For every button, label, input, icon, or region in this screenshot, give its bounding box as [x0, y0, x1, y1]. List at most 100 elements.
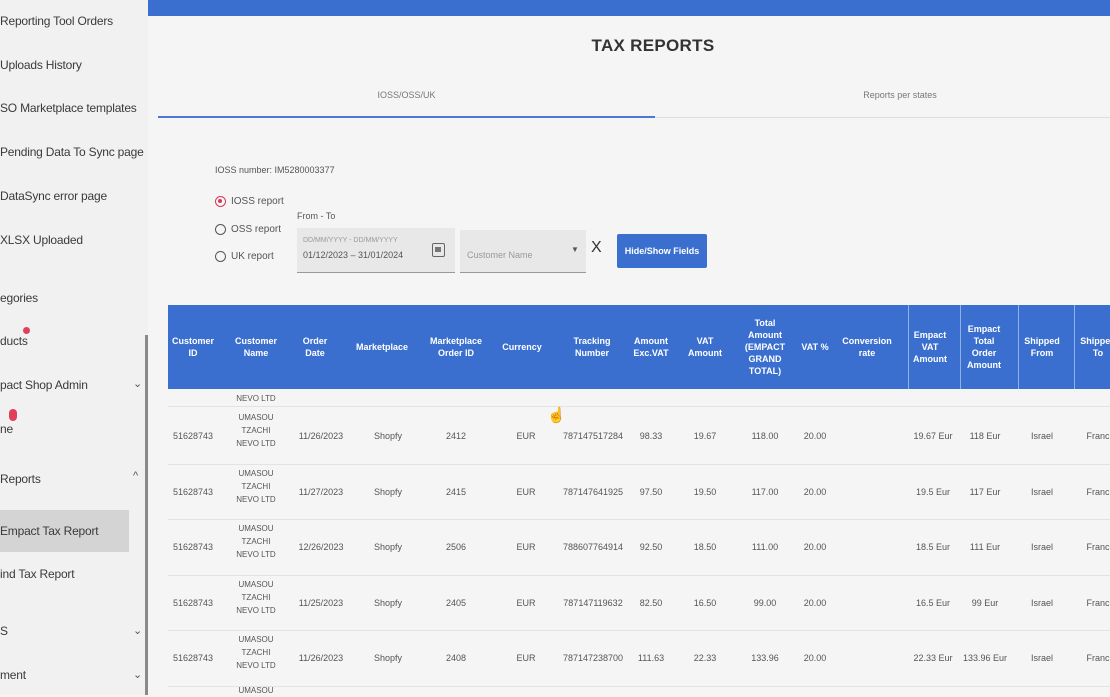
cell-marketplace-order-id: 2412	[445, 431, 467, 441]
header-total-amount[interactable]: Total Amount (EMPACT GRAND TOTAL)	[739, 305, 791, 389]
cell-tracking-number: 788607764914	[562, 542, 624, 552]
cell-order-date: 11/27/2023	[298, 486, 344, 497]
sidebar-item-label: pact Shop Admin	[0, 378, 88, 392]
tab-ioss-oss-uk[interactable]: IOSS/OSS/UK	[158, 90, 655, 118]
page-title: TAX REPORTS	[591, 36, 715, 55]
sidebar-item-label: egories	[0, 291, 38, 305]
header-vat-percent[interactable]: VAT %	[800, 305, 830, 389]
cell-shipped-from: Israel	[1030, 653, 1053, 663]
hide-show-fields-button[interactable]: Hide/Show Fields	[617, 234, 707, 268]
dropdown-caret-icon: ▼	[571, 245, 579, 254]
cell-tracking-number: 787147238700	[562, 653, 624, 663]
sidebar-item-datasync-error[interactable]: DataSync error page	[0, 177, 129, 215]
header-customer-name[interactable]: Customer Name	[226, 305, 286, 389]
tab-indicator	[158, 116, 655, 118]
radio-oss-report[interactable]: OSS report	[215, 222, 281, 238]
sidebar-item-marketplace-templates[interactable]: SO Marketplace templates	[0, 89, 137, 127]
sidebar-item-reporting-tool-orders[interactable]: Reporting Tool Orders	[0, 2, 129, 40]
header-shipped-from[interactable]: Shipped From	[1020, 305, 1064, 389]
cell-shipped-to: Franc	[1086, 542, 1110, 552]
sidebar-item-s[interactable]: S	[0, 612, 129, 650]
date-range-value: 01/12/2023 – 31/01/2024	[303, 250, 404, 260]
tab-label: Reports per states	[863, 90, 937, 100]
sidebar-item-shop-admin[interactable]: pact Shop Admin	[0, 366, 129, 404]
cell-empact-vat: 19.5 Eur	[915, 486, 951, 497]
radio-icon[interactable]	[215, 250, 226, 262]
cell-customer-id: 51628743	[172, 431, 214, 441]
cell-customer-name-line: TZACHI	[241, 592, 271, 602]
tab-reports-per-states[interactable]: Reports per states	[655, 90, 1110, 118]
sidebar-item-ne[interactable]: ne	[0, 410, 129, 448]
header-divider	[1074, 305, 1075, 389]
cell-marketplace: Shopfy	[373, 653, 403, 663]
sidebar-item-label: Reporting Tool Orders	[0, 14, 113, 28]
cell-customer-name-line: NEVO LTD	[236, 439, 276, 448]
sidebar-item-label: Reports	[0, 472, 41, 486]
header-customer-id[interactable]: Customer ID	[168, 305, 218, 389]
header-divider	[908, 305, 909, 389]
cell-shipped-from: Israel	[1030, 486, 1053, 497]
cell-customer-name: UMASOU TZACHI NEVO LTD	[226, 633, 286, 672]
header-conversion-rate[interactable]: Conversion rate	[838, 305, 896, 389]
header-order-date[interactable]: Order Date	[296, 305, 334, 389]
header-marketplace[interactable]: Marketplace	[354, 305, 410, 389]
chevron-down-icon[interactable]: ⌄	[133, 624, 142, 637]
sidebar-item-uploads-history[interactable]: Uploads History	[0, 46, 129, 84]
header-marketplace-order-id[interactable]: Marketplace Order ID	[426, 305, 486, 389]
radio-icon[interactable]	[215, 223, 226, 235]
sidebar-item-label: DataSync error page	[0, 189, 107, 203]
radio-selected-icon[interactable]	[215, 195, 226, 207]
tab-divider	[655, 117, 1110, 118]
cell-customer-name-line: UMASOU	[238, 468, 274, 478]
customer-name-select[interactable]: Customer Name ▼	[460, 230, 586, 273]
cell-currency: EUR	[516, 653, 536, 663]
sidebar-item-ind-tax-report[interactable]: ind Tax Report	[0, 555, 129, 593]
cell-tracking-number: 787147517284	[562, 431, 624, 441]
cell-marketplace-order-id: 2415	[445, 486, 467, 497]
row-divider	[168, 685, 1110, 687]
cell-empact-total: 118 Eur	[969, 431, 1001, 441]
header-empact-vat-amount[interactable]: Empact VAT Amount	[910, 305, 950, 389]
header-amount-exc-vat[interactable]: Amount Exc.VAT	[630, 305, 672, 389]
chevron-up-icon[interactable]: ^	[133, 470, 138, 482]
chevron-down-icon[interactable]: ⌄	[133, 668, 142, 681]
header-vat-amount[interactable]: VAT Amount	[684, 305, 726, 389]
cell-marketplace: Shopfy	[373, 542, 403, 552]
sidebar-item-reports[interactable]: Reports	[0, 460, 129, 498]
header-empact-total-order-amount[interactable]: Empact Total Order Amount	[962, 305, 1006, 389]
cell-total-amount: 99.00	[753, 597, 777, 608]
row-divider	[168, 630, 1110, 631]
cell-vat-percent: 20.00	[803, 653, 827, 663]
header-shipped-to[interactable]: Shipped To	[1076, 305, 1110, 389]
cell-empact-total: 117 Eur	[969, 486, 1001, 497]
cell-currency: EUR	[516, 431, 536, 441]
sidebar-item-label: ducts	[0, 334, 28, 348]
sidebar-item-label: SO Marketplace templates	[0, 101, 137, 115]
cell-customer-name-line: NEVO LTD	[236, 605, 276, 615]
sidebar-item-ment[interactable]: ment	[0, 656, 129, 694]
header-divider	[1018, 305, 1019, 389]
cell-vat-amount: 18.50	[693, 542, 717, 552]
radio-ioss-report[interactable]: IOSS report	[215, 194, 284, 210]
clear-filter-icon[interactable]: X	[591, 239, 602, 257]
sidebar-item-label: Uploads History	[0, 58, 82, 72]
table-cell-name-partial: UMASOU	[238, 686, 274, 695]
header-currency[interactable]: Currency	[498, 305, 546, 389]
cell-shipped-to: Franc	[1086, 431, 1110, 441]
chevron-down-icon[interactable]: ⌄	[133, 377, 142, 390]
sidebar-item-pending-data-to-sync[interactable]: Pending Data To Sync page	[0, 133, 144, 171]
sidebar-item-categories[interactable]: egories	[0, 279, 129, 317]
cell-customer-name-line: UMASOU	[238, 579, 274, 589]
cell-customer-name-line: NEVO LTD	[236, 494, 276, 504]
cell-amount-exc-vat: 98.33	[639, 431, 663, 441]
mouse-cursor-icon: ☝	[547, 407, 566, 424]
sidebar-item-label: Pending Data To Sync page	[0, 145, 144, 159]
calendar-icon[interactable]	[432, 243, 445, 257]
cell-customer-name-line: UMASOU	[238, 413, 274, 422]
radio-uk-report[interactable]: UK report	[215, 249, 274, 265]
sidebar-item-empact-tax-report[interactable]: Empact Tax Report	[0, 510, 129, 552]
sidebar-item-xlsx-uploaded[interactable]: XLSX Uploaded	[0, 221, 129, 259]
header-tracking-number[interactable]: Tracking Number	[568, 305, 616, 389]
sidebar-item-products[interactable]: ducts	[0, 322, 129, 360]
cell-amount-exc-vat: 111.63	[637, 653, 665, 663]
